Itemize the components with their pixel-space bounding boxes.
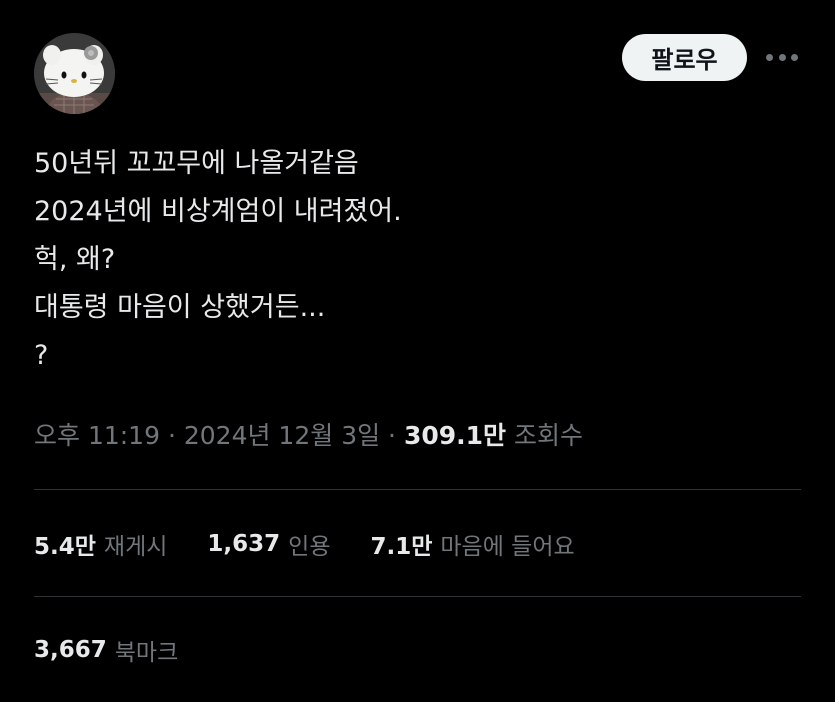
meta-separator: ·	[388, 421, 396, 450]
follow-button[interactable]: 팔로우	[622, 34, 747, 81]
tweet-date[interactable]: 2024년 12월 3일	[184, 421, 380, 450]
reposts-stat[interactable]: 5.4만 재게시	[34, 527, 167, 561]
avatar[interactable]	[34, 33, 115, 114]
more-dot-icon	[791, 53, 798, 61]
likes-count: 7.1만	[370, 534, 433, 560]
bookmarks-stat-row: 3,667 북마크	[34, 630, 218, 670]
divider	[34, 489, 801, 490]
tweet-time[interactable]: 오후 11:19	[34, 421, 160, 450]
reposts-label: 재게시	[103, 534, 168, 560]
engagement-stats: 5.4만 재게시 1,637 인용 7.1만 마음에 들어요	[34, 524, 615, 564]
reposts-count: 5.4만	[34, 534, 96, 560]
tweet-line: 2024년에 비상계엄이 내려졌어.	[34, 196, 402, 227]
bookmarks-label: 북마크	[114, 640, 179, 666]
tweet-meta: 오후 11:19 · 2024년 12월 3일 · 309.1만 조회수	[34, 416, 583, 456]
tweet-line: ?	[34, 340, 49, 371]
more-dot-icon	[778, 53, 786, 61]
hello-kitty-avatar-image	[34, 33, 115, 114]
bookmarks-count: 3,667	[34, 637, 107, 663]
meta-separator: ·	[167, 421, 176, 450]
quotes-stat[interactable]: 1,637 인용	[207, 527, 330, 561]
tweet-text: 50년뒤 꼬꼬무에 나올거같음 2024년에 비상계엄이 내려졌어. 헉, 왜?…	[34, 140, 794, 380]
likes-stat[interactable]: 7.1만 마음에 들어요	[370, 527, 574, 561]
views-label: 조회수	[513, 421, 583, 450]
likes-label: 마음에 들어요	[440, 534, 575, 560]
divider	[34, 596, 801, 597]
tweet-line: 대통령 마음이 상했거든...	[34, 292, 326, 323]
tweet-line: 50년뒤 꼬꼬무에 나올거같음	[34, 148, 359, 179]
tweet-line: 헉, 왜?	[34, 244, 116, 275]
views-count: 309.1만	[403, 421, 507, 450]
more-options-button[interactable]	[762, 40, 802, 74]
quotes-count: 1,637	[207, 531, 281, 557]
quotes-label: 인용	[288, 534, 331, 560]
more-dot-icon	[766, 53, 773, 61]
bookmarks-stat[interactable]: 3,667 북마크	[34, 633, 178, 667]
